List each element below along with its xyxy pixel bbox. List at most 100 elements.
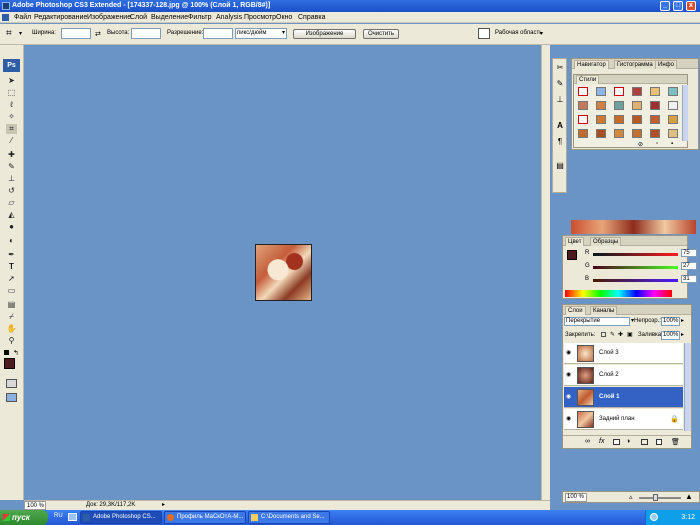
tab-histogram[interactable]: Гистограмма xyxy=(614,60,656,69)
clear-style-icon[interactable]: ⊘ xyxy=(638,141,643,148)
tray-network-icon[interactable] xyxy=(650,513,658,521)
zoom-slider[interactable] xyxy=(639,497,681,499)
style-swatch[interactable] xyxy=(614,129,624,138)
tool-preset-arrow-icon[interactable]: ▾ xyxy=(19,30,22,37)
dodge-tool-icon[interactable]: ◐ xyxy=(6,236,17,246)
status-menu-arrow-icon[interactable]: ▸ xyxy=(162,501,165,508)
maximize-button[interactable]: □ xyxy=(673,1,683,11)
style-swatch[interactable] xyxy=(668,101,678,110)
lock-all-icon[interactable]: ▣ xyxy=(627,331,633,338)
width-input[interactable] xyxy=(61,28,91,39)
brush-tool-icon[interactable]: ✎ xyxy=(6,162,17,172)
style-swatch[interactable] xyxy=(614,87,624,96)
clone-source-icon[interactable]: ⊥ xyxy=(555,95,565,105)
healing-brush-icon[interactable]: ✚ xyxy=(6,150,17,160)
eye-icon[interactable]: ◉ xyxy=(566,416,573,422)
shape-tool-icon[interactable]: ▭ xyxy=(6,286,17,296)
magic-wand-icon[interactable]: ✧ xyxy=(6,112,17,122)
eyedropper-icon[interactable]: ⌿ xyxy=(6,312,17,322)
menu-image[interactable]: Изображение xyxy=(87,12,131,23)
style-swatch[interactable] xyxy=(578,87,588,96)
taskbar-item-explorer[interactable]: C:\Documents and Se... xyxy=(248,511,330,524)
clear-button[interactable]: Очистить xyxy=(363,29,399,39)
menu-edit[interactable]: Редактирование xyxy=(34,12,87,23)
taskbar-item-browser[interactable]: Профиль МаСкОтА-М... xyxy=(164,511,246,524)
style-swatch[interactable] xyxy=(650,115,660,124)
zoom-level-field[interactable]: 100 % xyxy=(24,501,46,510)
blend-mode-select[interactable]: Перекрытие xyxy=(564,317,630,326)
tab-layers[interactable]: Слои xyxy=(565,306,586,315)
r-slider[interactable] xyxy=(593,253,678,256)
character-icon[interactable]: A xyxy=(555,121,565,131)
tools-settings-icon[interactable]: ✂ xyxy=(555,63,565,73)
workspace-icon[interactable] xyxy=(478,28,490,39)
style-swatch[interactable] xyxy=(596,101,606,110)
brushes-icon[interactable]: ✎ xyxy=(555,79,565,89)
fill-input[interactable]: 100% xyxy=(661,331,680,340)
add-mask-icon[interactable] xyxy=(613,439,620,445)
style-swatch[interactable] xyxy=(668,129,678,138)
move-tool-icon[interactable]: ➤ xyxy=(6,76,17,86)
style-swatch[interactable] xyxy=(614,115,624,124)
eye-icon[interactable]: ◉ xyxy=(566,350,573,356)
quick-mask-icon[interactable] xyxy=(6,379,17,388)
crop-tool-button-icon[interactable]: ⌗ xyxy=(6,124,17,134)
height-input[interactable] xyxy=(131,28,161,39)
style-swatch[interactable] xyxy=(596,129,606,138)
zoom-out-icon[interactable]: ▵ xyxy=(629,493,633,501)
document-size-info[interactable]: Док: 29,3K/117,2K xyxy=(86,502,135,508)
r-value[interactable]: 75 xyxy=(681,249,697,257)
g-value[interactable]: 27 xyxy=(681,262,697,270)
paragraph-icon[interactable]: ¶ xyxy=(555,137,565,147)
tab-channels[interactable]: Каналы xyxy=(590,306,618,315)
zoom-in-icon[interactable]: ▲ xyxy=(685,492,693,501)
style-swatch[interactable] xyxy=(650,101,660,110)
menu-select[interactable]: Выделение xyxy=(151,12,188,23)
style-swatch[interactable] xyxy=(632,129,642,138)
tab-color[interactable]: Цвет xyxy=(565,237,585,246)
tab-navigator[interactable]: Навигатор xyxy=(574,60,609,69)
actions-icon[interactable]: ▤ xyxy=(555,161,565,171)
minimize-button[interactable]: _ xyxy=(660,1,670,11)
photoshop-logo[interactable]: Ps xyxy=(3,59,20,72)
link-layers-icon[interactable]: ∞ xyxy=(585,438,590,445)
menu-layer[interactable]: Слой xyxy=(130,12,147,23)
style-swatch[interactable] xyxy=(578,129,588,138)
layer-style-icon[interactable]: fx xyxy=(599,438,604,445)
crop-tool-icon[interactable]: ⌗ xyxy=(6,28,12,39)
language-indicator[interactable]: RU xyxy=(54,513,63,519)
style-swatch[interactable] xyxy=(614,101,624,110)
tab-styles[interactable]: Стили xyxy=(576,75,600,84)
layer-row-selected[interactable]: ◉ Слой 1 xyxy=(564,387,683,408)
style-swatch[interactable] xyxy=(578,101,588,110)
workspace-menu[interactable]: Рабочая область xyxy=(495,30,542,36)
resolution-input[interactable] xyxy=(203,28,233,39)
b-slider[interactable] xyxy=(593,279,678,282)
new-layer-icon[interactable] xyxy=(656,439,662,445)
slice-tool-icon[interactable]: ⁄ xyxy=(6,136,17,146)
style-swatch[interactable] xyxy=(668,115,678,124)
menu-window[interactable]: Окно xyxy=(276,12,292,23)
color-spectrum-bar[interactable] xyxy=(565,290,672,297)
tab-info[interactable]: Инфо xyxy=(655,60,677,69)
trash-icon[interactable]: 🗑 xyxy=(671,438,680,446)
start-button[interactable]: пуск xyxy=(0,510,48,525)
b-value[interactable]: 31 xyxy=(681,275,697,283)
front-image-button[interactable]: Изображение xyxy=(293,29,356,39)
paint-bucket-icon[interactable]: ◭ xyxy=(6,210,17,220)
eye-icon[interactable]: ◉ xyxy=(566,394,573,400)
style-swatch[interactable] xyxy=(650,87,660,96)
show-desktop-icon[interactable] xyxy=(68,513,77,521)
eraser-icon[interactable]: ▱ xyxy=(6,198,17,208)
swap-colors-icon[interactable]: ↰ xyxy=(13,349,19,357)
style-swatch[interactable] xyxy=(632,87,642,96)
clone-stamp-icon[interactable]: ⊥ xyxy=(6,174,17,184)
path-selection-icon[interactable]: ➚ xyxy=(6,274,17,284)
fill-arrow-icon[interactable]: ▸ xyxy=(681,331,684,338)
styles-scrollbar[interactable] xyxy=(682,85,688,141)
lasso-tool-icon[interactable]: ℓ xyxy=(6,100,17,110)
pen-tool-icon[interactable]: ✒ xyxy=(6,250,17,260)
foreground-color-swatch[interactable] xyxy=(4,358,15,369)
document-icon[interactable] xyxy=(2,14,9,21)
workspace-chevron-icon[interactable]: ▾ xyxy=(540,30,543,37)
